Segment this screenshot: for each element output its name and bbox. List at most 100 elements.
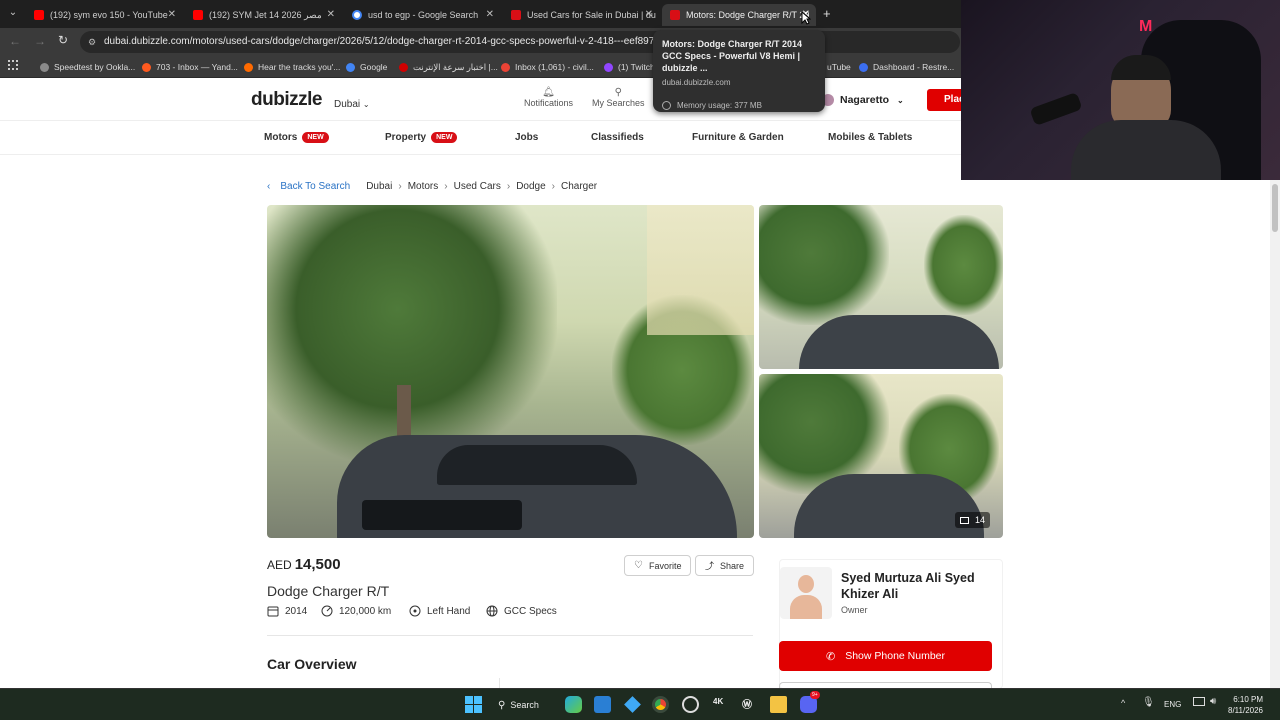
copilot-icon[interactable] [565,696,582,713]
tab-youtube-1[interactable]: (192) sym evo 150 - YouTube ✕ [26,4,182,26]
bookmark-google[interactable]: Google [346,60,387,74]
car-grille-shape [362,500,522,530]
vpn-icon[interactable] [624,696,641,713]
bookmark-restream[interactable]: Dashboard - Restre... [859,60,954,74]
volume-icon[interactable]: 🔊︎ [1210,696,1216,707]
file-explorer-icon[interactable] [770,696,787,713]
back-arrow-icon[interactable]: ← [9,34,21,48]
close-icon[interactable]: ✕ [168,9,176,20]
apps-grid-icon[interactable] [8,60,18,70]
username: Nagaretto [840,94,890,106]
site-info-icon[interactable]: ⚙ [88,31,96,53]
4k-downloader-icon[interactable]: 4K [713,697,723,706]
breadcrumb-item[interactable]: Dodge [516,181,545,192]
city-label: Dubai [334,99,361,110]
seller-role: Owner [841,605,868,615]
neon-logo-icon: M [1139,18,1153,35]
mail-icon[interactable] [594,696,611,713]
close-icon[interactable]: ✕ [645,9,653,20]
bookmark-label: Google [360,62,388,72]
microphone-icon[interactable]: 🎙︎ [1142,697,1155,708]
tab-google-search[interactable]: usd to egp - Google Search ✕ [344,4,500,26]
bookmark-yandex[interactable]: 703 - Inbox — Yand... [142,60,238,74]
share-icon: ⤴ [705,561,715,571]
taskbar-search[interactable]: ⚲ Search [498,696,539,714]
category-furniture-garden[interactable]: Furniture & Garden [692,132,784,143]
forward-arrow-icon[interactable]: → [34,34,46,48]
bookmark-label: 703 - Inbox — Yand... [156,62,238,72]
category-classifieds[interactable]: Classifieds [591,132,644,143]
share-button[interactable]: ⤴ Share [695,555,755,576]
search-icon: ⚲ [498,699,506,711]
tab-search-icon[interactable]: ⌄ [6,7,20,21]
bookmark-soundcloud[interactable]: Hear the tracks you'... [244,60,340,74]
category-label: Property [385,132,427,143]
dubizzle-logo[interactable]: dubizzle [251,89,322,111]
breadcrumb-item[interactable]: Motors [408,181,439,192]
bookmark-gmail[interactable]: Inbox (1,061) - civil... [501,60,594,74]
mouse-cursor-icon [801,11,811,25]
category-mobiles-tablets[interactable]: Mobiles & Tablets [828,132,912,143]
breadcrumb-item[interactable]: Charger [561,181,597,192]
chevron-up-icon[interactable]: ^ [1121,698,1125,708]
show-phone-number-button[interactable]: ✆ Show Phone Number [779,641,992,671]
price-amount: 14,500 [294,556,341,573]
car-photo-thumb-2[interactable]: 14 [759,374,1003,538]
bookmark-speedtest[interactable]: Speedtest by Ookla... [40,60,135,74]
spec-steering-value: Left Hand [427,605,471,617]
breadcrumb-item[interactable]: Used Cars [454,181,501,192]
my-searches-link[interactable]: ⚲ My Searches [592,87,645,108]
windows-start-icon[interactable] [465,696,482,713]
clock-date: 8/11/2026 [1228,706,1263,715]
tab-label: Used Cars for Sale in Dubai | du [527,10,656,20]
new-tab-button[interactable]: + [823,6,831,21]
favorite-button[interactable]: ♡ Favorite [624,555,692,576]
bookmark-youtube[interactable]: uTube [827,60,851,74]
close-icon[interactable]: ✕ [327,9,335,20]
discord-badge: 9+ [810,691,820,699]
breadcrumb-item[interactable]: Dubai [366,181,392,192]
clock[interactable]: 6:10 PM 8/11/2026 [1228,694,1263,716]
category-property[interactable]: Property NEW [385,132,458,143]
section-divider [267,635,753,636]
heart-icon: ♡ [634,560,643,571]
microphone-shape [1029,91,1083,127]
chrome-icon[interactable] [652,696,669,713]
tab-dodge-charger[interactable]: Motors: Dodge Charger R/T 20 ✕ [662,4,816,26]
category-motors[interactable]: Motors NEW [264,132,329,143]
reload-icon[interactable]: ↻ [58,33,68,47]
category-jobs[interactable]: Jobs [515,132,538,143]
monitor-icon[interactable] [1193,697,1205,706]
scrollbar-thumb[interactable] [1272,184,1278,232]
back-to-search-link[interactable]: Back To Search [280,181,350,192]
bookmark-speed-arabic[interactable]: اختبار سرعة الإنترنت |... [399,60,498,74]
spec-steering: Left Hand [409,605,470,617]
page-scrollbar[interactable] [1270,180,1280,688]
breadcrumb: ‹ Back To Search Dubai › Motors › Used Car… [267,181,597,192]
notifications-link[interactable]: 🔔︎ Notifications [524,87,573,108]
discord-icon[interactable]: 9+ [800,691,820,713]
bookmark-twitch[interactable]: (1) Twitch [604,60,655,74]
tooltip-title: Motors: Dodge Charger R/T 2014 GCC Specs… [662,39,803,73]
city-selector[interactable]: Dubai ⌄ [334,99,370,110]
car-photo-thumb-1[interactable] [759,205,1003,369]
close-icon[interactable]: ✕ [486,9,494,20]
tab-youtube-2[interactable]: (192) SYM Jet 14 2026 مصر ✕ [185,4,341,26]
word-w-icon[interactable]: Ⓦ [742,696,752,711]
main-car-photo[interactable] [267,205,754,538]
url-input[interactable]: ⚙ dubai.dubizzle.com/motors/used-cars/do… [80,31,960,53]
seller-name[interactable]: Syed Murtuza Ali Syed Khizer Ali [841,570,991,602]
obs-icon[interactable] [682,696,699,713]
photo-count-badge[interactable]: 14 [955,512,991,528]
language-indicator[interactable]: ENG [1164,700,1181,709]
chevron-down-icon: ⌄ [897,95,904,105]
globe-icon [486,605,498,617]
seller-avatar[interactable] [780,567,832,619]
user-menu[interactable]: Nagaretto ⌄ [822,94,904,106]
url-text: dubai.dubizzle.com/motors/used-cars/dodg… [104,36,678,47]
category-label: Motors [264,132,298,143]
tab-label: (192) SYM Jet 14 2026 مصر [209,9,322,20]
tab-used-cars[interactable]: Used Cars for Sale in Dubai | du ✕ [503,4,659,26]
car-body-shape [799,315,999,369]
building-shape [647,205,754,335]
